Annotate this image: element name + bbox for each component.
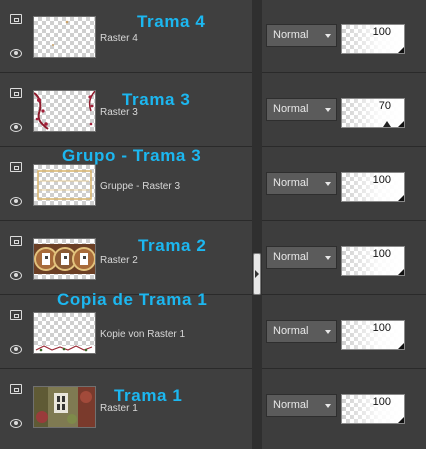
layer-annotation: Copia de Trama 1 xyxy=(57,290,208,309)
thumbnail-art xyxy=(34,91,95,130)
layer-properties-row: Normal 100 xyxy=(262,222,426,295)
thumbnail-art xyxy=(34,387,95,427)
opacity-value: 100 xyxy=(372,174,391,186)
layer-row[interactable]: Raster 3 Trama 3 xyxy=(0,74,252,147)
chevron-down-icon xyxy=(325,182,331,186)
layer-group-icon[interactable] xyxy=(10,310,22,320)
blend-mode-dropdown[interactable]: Normal xyxy=(266,320,337,343)
opacity-slider[interactable]: 100 xyxy=(341,320,405,350)
layer-annotation: Trama 4 xyxy=(137,12,206,31)
visibility-eye-icon[interactable] xyxy=(10,49,22,58)
opacity-slider[interactable]: 100 xyxy=(341,172,405,202)
layer-row[interactable]: Gruppe - Raster 3 Grupo - Trama 3 xyxy=(0,146,252,221)
opacity-slider[interactable]: 70 xyxy=(341,98,405,128)
layer-thumbnail xyxy=(33,238,96,280)
layer-thumbnail xyxy=(33,386,96,428)
blend-mode-value: Normal xyxy=(273,251,309,263)
opacity-value: 100 xyxy=(372,322,391,334)
layer-properties-row: Normal 100 xyxy=(262,370,426,449)
layer-row[interactable]: Raster 1 Trama 1 xyxy=(0,370,252,449)
chevron-down-icon xyxy=(325,256,331,260)
blend-mode-value: Normal xyxy=(273,177,309,189)
thumbnail-art xyxy=(52,20,69,46)
opacity-slider[interactable]: 100 xyxy=(341,24,405,54)
layer-group-icon[interactable] xyxy=(10,162,22,172)
chevron-down-icon xyxy=(325,108,331,112)
layer-row[interactable]: Kopie von Raster 1 Copia de Trama 1 xyxy=(0,290,252,369)
layer-annotation: Trama 1 xyxy=(114,386,183,405)
layer-annotation: Grupo - Trama 3 xyxy=(62,146,202,165)
layer-properties-column: Normal 100 Normal 70 Normal 100 Normal 100 Norma… xyxy=(262,0,426,449)
thumbnail-art xyxy=(34,345,95,353)
resize-corner-icon xyxy=(398,269,404,275)
layer-annotation: Trama 2 xyxy=(138,236,207,255)
blend-mode-value: Normal xyxy=(273,399,309,411)
chevron-down-icon xyxy=(325,330,331,334)
resize-corner-icon xyxy=(398,121,404,127)
layer-thumbnail xyxy=(33,16,96,58)
layer-properties-row: Normal 100 xyxy=(262,0,426,73)
blend-mode-dropdown[interactable]: Normal xyxy=(266,394,337,417)
layers-list: Raster 4 Trama 4 Raster 3 Trama 3 Gruppe… xyxy=(0,0,252,449)
resize-corner-icon xyxy=(398,417,404,423)
panel-splitter[interactable] xyxy=(252,0,262,449)
layer-properties-row: Normal 100 xyxy=(262,296,426,369)
layer-name: Raster 4 xyxy=(100,33,138,44)
opacity-value: 70 xyxy=(378,100,391,112)
opacity-marker-icon[interactable] xyxy=(383,121,391,127)
opacity-value: 100 xyxy=(372,26,391,38)
layer-thumbnail xyxy=(33,90,96,132)
layer-group-icon[interactable] xyxy=(10,236,22,246)
layer-group-icon[interactable] xyxy=(10,14,22,24)
layer-thumbnail xyxy=(33,312,96,354)
blend-mode-dropdown[interactable]: Normal xyxy=(266,98,337,121)
opacity-value: 100 xyxy=(372,396,391,408)
blend-mode-dropdown[interactable]: Normal xyxy=(266,246,337,269)
chevron-down-icon xyxy=(325,404,331,408)
blend-mode-value: Normal xyxy=(273,29,309,41)
blend-mode-value: Normal xyxy=(273,325,309,337)
opacity-slider[interactable]: 100 xyxy=(341,246,405,276)
thumbnail-art xyxy=(34,244,95,274)
opacity-slider[interactable]: 100 xyxy=(341,394,405,424)
chevron-down-icon xyxy=(325,34,331,38)
layer-properties-row: Normal 70 xyxy=(262,74,426,147)
thumbnail-art xyxy=(37,170,92,200)
visibility-eye-icon[interactable] xyxy=(10,345,22,354)
blend-mode-dropdown[interactable]: Normal xyxy=(266,172,337,195)
resize-corner-icon xyxy=(398,47,404,53)
opacity-value: 100 xyxy=(372,248,391,260)
visibility-eye-icon[interactable] xyxy=(10,123,22,132)
visibility-eye-icon[interactable] xyxy=(10,197,22,206)
layer-thumbnail xyxy=(33,164,96,206)
layer-name: Kopie von Raster 1 xyxy=(100,329,186,340)
layer-group-icon[interactable] xyxy=(10,88,22,98)
visibility-eye-icon[interactable] xyxy=(10,271,22,280)
visibility-eye-icon[interactable] xyxy=(10,419,22,428)
layer-group-icon[interactable] xyxy=(10,384,22,394)
resize-corner-icon xyxy=(398,343,404,349)
opacity-gradient xyxy=(342,99,404,127)
layer-name: Gruppe - Raster 3 xyxy=(100,181,181,192)
layer-name: Raster 2 xyxy=(100,255,138,266)
splitter-handle[interactable] xyxy=(253,253,261,295)
blend-mode-value: Normal xyxy=(273,103,309,115)
layer-row[interactable]: Raster 2 Trama 2 xyxy=(0,222,252,295)
layer-row[interactable]: Raster 4 Trama 4 xyxy=(0,0,252,73)
resize-corner-icon xyxy=(398,195,404,201)
blend-mode-dropdown[interactable]: Normal xyxy=(266,24,337,47)
layer-properties-row: Normal 100 xyxy=(262,148,426,221)
layer-annotation: Trama 3 xyxy=(122,90,191,109)
